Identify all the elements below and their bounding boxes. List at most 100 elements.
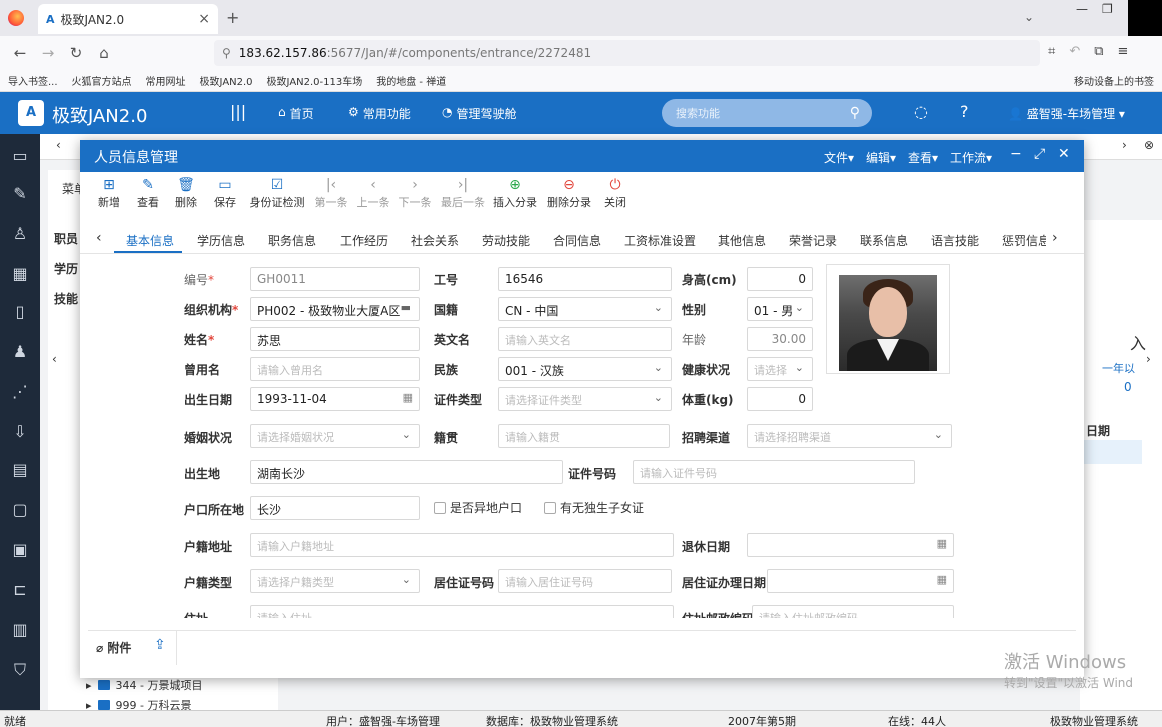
- code-field[interactable]: GH0011: [250, 267, 420, 291]
- last-record-button[interactable]: ›| 最后一条: [438, 176, 488, 210]
- tabs-left-icon[interactable]: ‹: [96, 230, 102, 246]
- search-icon[interactable]: ⚲: [850, 105, 860, 121]
- gender-select[interactable]: 01 - 男 ⌄: [747, 297, 813, 321]
- users-icon[interactable]: ♟: [10, 342, 30, 362]
- birthplace-field[interactable]: 湖南长沙: [250, 460, 563, 484]
- menu-home[interactable]: ⌂ 首页: [278, 105, 314, 122]
- bg-selected-row[interactable]: [1080, 440, 1142, 464]
- name-field[interactable]: 苏思: [250, 327, 420, 351]
- insert-entry-button[interactable]: ⊕ 插入分录: [490, 176, 540, 210]
- nation-select[interactable]: CN - 中国 ⌄: [498, 297, 672, 321]
- forward-icon[interactable]: →: [34, 44, 62, 62]
- download-icon[interactable]: ⇩: [10, 422, 30, 442]
- chat-icon[interactable]: ▢: [10, 500, 30, 520]
- bookmark-jan-113[interactable]: 极致JAN2.0-113车场: [267, 73, 363, 88]
- weight-field[interactable]: 0: [747, 387, 813, 411]
- maximize-icon[interactable]: ❐: [1102, 2, 1113, 16]
- first-record-button[interactable]: |‹ 第一条: [311, 176, 351, 210]
- id-no-field[interactable]: 请输入证件号码: [633, 460, 915, 484]
- tab-salary[interactable]: 工资标准设置: [624, 232, 696, 249]
- tab-skills[interactable]: 劳动技能: [482, 232, 530, 249]
- menu-file[interactable]: 文件▾: [824, 149, 854, 166]
- user-menu[interactable]: 👤 盛智强-车场管理 ▾: [1008, 105, 1125, 122]
- calendar-icon[interactable]: ▦: [403, 391, 413, 404]
- upload-icon[interactable]: ⇪: [154, 637, 166, 653]
- help-icon[interactable]: ?: [960, 102, 969, 121]
- menu-workflow[interactable]: 工作流▾: [950, 149, 992, 166]
- device-icon[interactable]: ▯: [10, 302, 30, 322]
- zip-field[interactable]: 请输入住址邮政编码: [752, 605, 954, 618]
- delete-button[interactable]: 🗑 删除: [166, 176, 206, 210]
- employee-photo[interactable]: [826, 264, 950, 374]
- firefox-icon[interactable]: [8, 10, 24, 26]
- menu-edit[interactable]: 编辑▾: [866, 149, 896, 166]
- id-check-button[interactable]: ☑ 身份证检测: [247, 176, 307, 210]
- tab-honor[interactable]: 荣誉记录: [789, 232, 837, 249]
- extensions-icon[interactable]: ⧉: [1094, 44, 1103, 59]
- add-button[interactable]: ⊞ 新增: [89, 176, 129, 210]
- bg-left-arrow-icon[interactable]: ‹: [52, 352, 57, 366]
- bg-right-arrow-icon[interactable]: ›: [1146, 352, 1151, 366]
- channel-select[interactable]: 请选择招聘渠道 ⌄: [747, 424, 952, 448]
- browser-tab[interactable]: A 极致JAN2.0 ×: [38, 4, 218, 34]
- tab-language[interactable]: 语言技能: [931, 232, 979, 249]
- share-icon[interactable]: ⋰: [10, 382, 30, 402]
- en-name-field[interactable]: 请输入英文名: [498, 327, 672, 351]
- menu-common[interactable]: ⚙ 常用功能: [348, 105, 411, 122]
- tab-contact[interactable]: 联系信息: [860, 232, 908, 249]
- save-button[interactable]: ▭ 保存: [205, 176, 245, 210]
- tabstrip-right-icon[interactable]: ›: [1122, 138, 1127, 152]
- origin-field[interactable]: 请输入籍贯: [498, 424, 670, 448]
- hukou-address-field[interactable]: 请输入户籍地址: [250, 533, 674, 557]
- shield-icon[interactable]: ⛉: [10, 660, 30, 680]
- tab-other[interactable]: 其他信息: [718, 232, 766, 249]
- bookmark-chandao[interactable]: 我的地盘 - 禅道: [376, 73, 446, 88]
- menu-icon[interactable]: ≡: [1118, 44, 1129, 59]
- tab-contract[interactable]: 合同信息: [553, 232, 601, 249]
- height-field[interactable]: 0: [747, 267, 813, 291]
- id-type-select[interactable]: 请选择证件类型 ⌄: [498, 387, 672, 411]
- calendar-icon[interactable]: ▦: [937, 573, 947, 586]
- tab-work-history[interactable]: 工作经历: [340, 232, 388, 249]
- residence-date-field[interactable]: ▦: [767, 569, 954, 593]
- terminal-icon[interactable]: ▤: [10, 460, 30, 480]
- birth-date-field[interactable]: 1993-11-04 ▦: [250, 387, 420, 411]
- residence-field[interactable]: 请输入居住证号码: [498, 569, 672, 593]
- home-icon[interactable]: ⌂: [90, 44, 118, 62]
- translate-icon[interactable]: ⌗: [1048, 44, 1055, 59]
- tabstrip-close-icon[interactable]: ⊗: [1144, 138, 1154, 152]
- ethnic-select[interactable]: 001 - 汉族 ⌄: [498, 357, 672, 381]
- bookmark-common[interactable]: 常用网址: [146, 73, 186, 88]
- next-record-button[interactable]: › 下一条: [395, 176, 435, 210]
- menu-view[interactable]: 查看▾: [908, 149, 938, 166]
- building-icon[interactable]: ▦: [10, 264, 30, 284]
- car-icon[interactable]: ⊏: [10, 580, 30, 600]
- undo-icon[interactable]: ↶: [1069, 44, 1080, 59]
- prev-record-button[interactable]: ‹ 上一条: [353, 176, 393, 210]
- folder-icon[interactable]: ▬: [401, 301, 411, 314]
- tab-close-icon[interactable]: ×: [198, 11, 210, 27]
- function-search-input[interactable]: 搜索功能 ⚲: [662, 99, 872, 127]
- tree-item[interactable]: ▸ 344 - 万景城项目: [86, 677, 203, 693]
- health-select[interactable]: 请选择 ⌄: [747, 357, 813, 381]
- marital-select[interactable]: 请选择婚姻状况 ⌄: [250, 424, 420, 448]
- tab-education[interactable]: 学历信息: [197, 232, 245, 249]
- tab-social[interactable]: 社会关系: [411, 232, 459, 249]
- briefcase-icon[interactable]: ▭: [10, 146, 30, 166]
- dialog-minimize-icon[interactable]: −: [1010, 146, 1022, 162]
- hamburger-icon[interactable]: |||: [230, 102, 246, 121]
- view-button[interactable]: ✎ 查看: [128, 176, 168, 210]
- bookmark-firefox[interactable]: 火狐官方站点: [72, 73, 132, 88]
- age-field[interactable]: 30.00: [747, 327, 813, 351]
- tab-basic-info[interactable]: 基本信息: [126, 232, 174, 249]
- tab-list-chevron-icon[interactable]: ⌄: [1024, 10, 1034, 24]
- back-icon[interactable]: ←: [6, 44, 34, 62]
- person-icon[interactable]: ♙: [10, 224, 30, 244]
- close-button[interactable]: ⏻ 关闭: [595, 176, 635, 210]
- nonlocal-checkbox[interactable]: 是否异地户口: [434, 499, 522, 516]
- calendar-icon[interactable]: ▦: [937, 537, 947, 550]
- theme-icon[interactable]: ◌: [914, 102, 928, 121]
- tab-position[interactable]: 职务信息: [268, 232, 316, 249]
- hukou-type-select[interactable]: 请选择户籍类型 ⌄: [250, 569, 420, 593]
- dialog-maximize-icon[interactable]: ⤢: [1034, 146, 1045, 162]
